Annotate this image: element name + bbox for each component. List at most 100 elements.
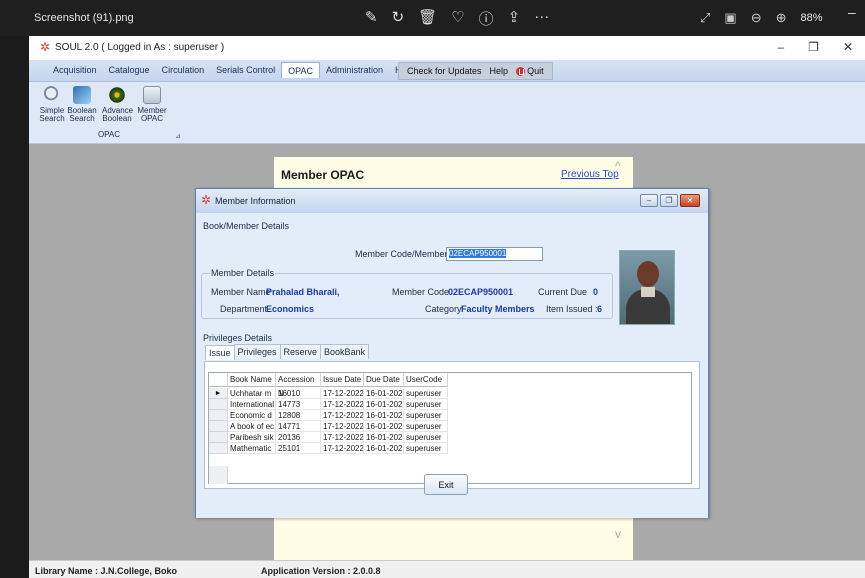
- zoom-in-icon[interactable]: ⊕: [776, 10, 787, 26]
- member-opac-button[interactable]: Member OPAC: [137, 86, 167, 123]
- ribbon-expander-icon[interactable]: ⊿: [175, 132, 181, 140]
- cell-usercode[interactable]: superuser: [404, 388, 448, 399]
- check-updates-button[interactable]: Check for Updates: [407, 66, 482, 76]
- cell-book-name[interactable]: Economic d: [228, 410, 276, 421]
- cell-due-date[interactable]: 16-01-2023: [364, 432, 404, 443]
- cell-accession[interactable]: 14771: [276, 421, 321, 432]
- cell-usercode[interactable]: superuser: [404, 443, 448, 454]
- delete-icon[interactable]: 🗑: [418, 8, 437, 29]
- boolean-search-button[interactable]: Boolean Search: [67, 86, 97, 123]
- menu-administration[interactable]: Administration: [320, 65, 389, 78]
- table-row[interactable]: International 14773 17-12-2022 16-01-202…: [209, 399, 448, 410]
- tab-bookbank[interactable]: BookBank: [320, 344, 370, 359]
- cell-due-date[interactable]: 16-01-2023: [364, 399, 404, 410]
- grid-empty-row-header: [209, 466, 228, 484]
- cell-book-name[interactable]: Paribesh sik: [228, 432, 276, 443]
- cell-usercode[interactable]: superuser: [404, 399, 448, 410]
- row-header: [209, 443, 228, 454]
- previous-top-link[interactable]: Previous Top: [561, 169, 619, 180]
- table-row[interactable]: Paribesh sik 20136 17-12-2022 16-01-2023…: [209, 432, 448, 443]
- dialog-minimize-icon[interactable]: –: [640, 194, 658, 207]
- cell-accession[interactable]: 14773: [276, 399, 321, 410]
- cell-book-name[interactable]: Uchhatar m: [228, 388, 276, 399]
- info-icon[interactable]: ⓘ: [479, 8, 494, 29]
- cell-issue-date[interactable]: 17-12-2022: [321, 432, 364, 443]
- edit-image-icon[interactable]: ✎: [365, 8, 378, 29]
- rotate-icon[interactable]: ↻: [392, 8, 405, 29]
- quit-button[interactable]: Quit: [516, 66, 544, 76]
- cell-usercode[interactable]: superuser: [404, 421, 448, 432]
- col-book-name[interactable]: Book Name: [228, 373, 276, 387]
- issue-tab-panel: Book Name Accession N Issue Date Due Dat…: [204, 361, 700, 489]
- table-row[interactable]: A book of ec 14771 17-12-2022 16-01-2023…: [209, 421, 448, 432]
- cell-issue-date[interactable]: 17-12-2022: [321, 443, 364, 454]
- member-id-label: Member Code/Member ID: [355, 249, 460, 259]
- cell-book-name[interactable]: A book of ec: [228, 421, 276, 432]
- dialog-body: Book/Member Details Member Code/Member I…: [196, 213, 708, 518]
- col-usercode[interactable]: UserCode: [404, 373, 448, 387]
- scroll-down-icon[interactable]: v: [615, 527, 621, 541]
- dialog-title: Member Information: [201, 193, 296, 207]
- tab-reserve[interactable]: Reserve: [279, 344, 322, 359]
- dialog-close-icon[interactable]: ✕: [680, 194, 700, 207]
- menu-circulation[interactable]: Circulation: [156, 65, 211, 78]
- row-header: [209, 410, 228, 421]
- cell-issue-date[interactable]: 17-12-2022: [321, 388, 364, 399]
- cell-book-name[interactable]: International: [228, 399, 276, 410]
- actual-size-icon[interactable]: ▣: [724, 10, 736, 26]
- member-id-input[interactable]: 02ECAP950001: [446, 247, 543, 261]
- help-button[interactable]: Help: [490, 66, 509, 76]
- cell-usercode[interactable]: superuser: [404, 410, 448, 421]
- viewer-tools: ✎ ↻ 🗑 ♡ ⓘ ⇪ ···: [365, 8, 549, 29]
- cell-due-date[interactable]: 16-01-2023: [364, 388, 404, 399]
- boolean-search-label-2: Search: [69, 114, 95, 123]
- tab-privileges[interactable]: Privileges: [233, 344, 281, 359]
- ribbon-group-label: OPAC: [97, 130, 121, 139]
- exit-button[interactable]: Exit: [424, 474, 468, 495]
- cell-issue-date[interactable]: 17-12-2022: [321, 421, 364, 432]
- favorite-icon[interactable]: ♡: [451, 8, 464, 29]
- scroll-up-icon[interactable]: ^: [615, 159, 621, 173]
- minimize-icon[interactable]: –: [777, 40, 784, 54]
- share-icon[interactable]: ⇪: [508, 8, 521, 29]
- book-member-details-label: Book/Member Details: [203, 221, 290, 231]
- cell-accession[interactable]: 25101: [276, 443, 321, 454]
- cell-accession[interactable]: 20136: [276, 432, 321, 443]
- col-issue-date[interactable]: Issue Date: [321, 373, 364, 387]
- cell-due-date[interactable]: 16-01-2023: [364, 410, 404, 421]
- tab-issue[interactable]: Issue: [205, 345, 235, 360]
- restore-icon[interactable]: ❐: [808, 40, 819, 54]
- table-row[interactable]: ► Uchhatar m 16010 17-12-2022 16-01-2023…: [209, 388, 448, 399]
- table-row[interactable]: Economic d 12808 17-12-2022 16-01-2023 s…: [209, 410, 448, 421]
- advance-boolean-label-2: Boolean: [102, 114, 132, 123]
- cell-book-name[interactable]: Mathematic: [228, 443, 276, 454]
- menu-opac[interactable]: OPAC: [281, 62, 320, 78]
- simple-search-icon: [43, 86, 61, 104]
- cell-due-date[interactable]: 16-01-2023: [364, 443, 404, 454]
- menu-acquisition[interactable]: Acquisition: [47, 65, 103, 78]
- advance-boolean-icon: [108, 86, 126, 104]
- advance-boolean-button[interactable]: Advance Boolean: [102, 86, 133, 123]
- cell-issue-date[interactable]: 17-12-2022: [321, 410, 364, 421]
- menu-serials-control[interactable]: Serials Control: [210, 65, 281, 78]
- col-accession-no[interactable]: Accession N: [276, 373, 321, 398]
- cell-accession[interactable]: 16010: [276, 388, 321, 399]
- zoom-out-icon[interactable]: ⊖: [751, 10, 762, 26]
- simple-search-button[interactable]: Simple Search: [37, 86, 67, 123]
- viewer-minimize-icon[interactable]: –: [848, 4, 856, 20]
- table-row[interactable]: Mathematic 25101 17-12-2022 16-01-2023 s…: [209, 443, 448, 454]
- cell-due-date[interactable]: 16-01-2023: [364, 421, 404, 432]
- member-name-value: Prahalad Bharali,: [266, 287, 340, 297]
- menu-catalogue[interactable]: Catalogue: [103, 65, 156, 78]
- cell-issue-date[interactable]: 17-12-2022: [321, 399, 364, 410]
- row-header: [209, 432, 228, 443]
- power-icon: [516, 66, 526, 76]
- more-icon[interactable]: ···: [534, 8, 549, 29]
- cell-usercode[interactable]: superuser: [404, 432, 448, 443]
- dialog-titlebar: Member Information – ❐ ✕: [196, 189, 708, 213]
- col-due-date[interactable]: Due Date: [364, 373, 404, 387]
- dialog-restore-icon[interactable]: ❐: [660, 194, 678, 207]
- close-icon[interactable]: ✕: [843, 40, 853, 54]
- cell-accession[interactable]: 12808: [276, 410, 321, 421]
- fullscreen-icon[interactable]: ⤢: [700, 10, 710, 26]
